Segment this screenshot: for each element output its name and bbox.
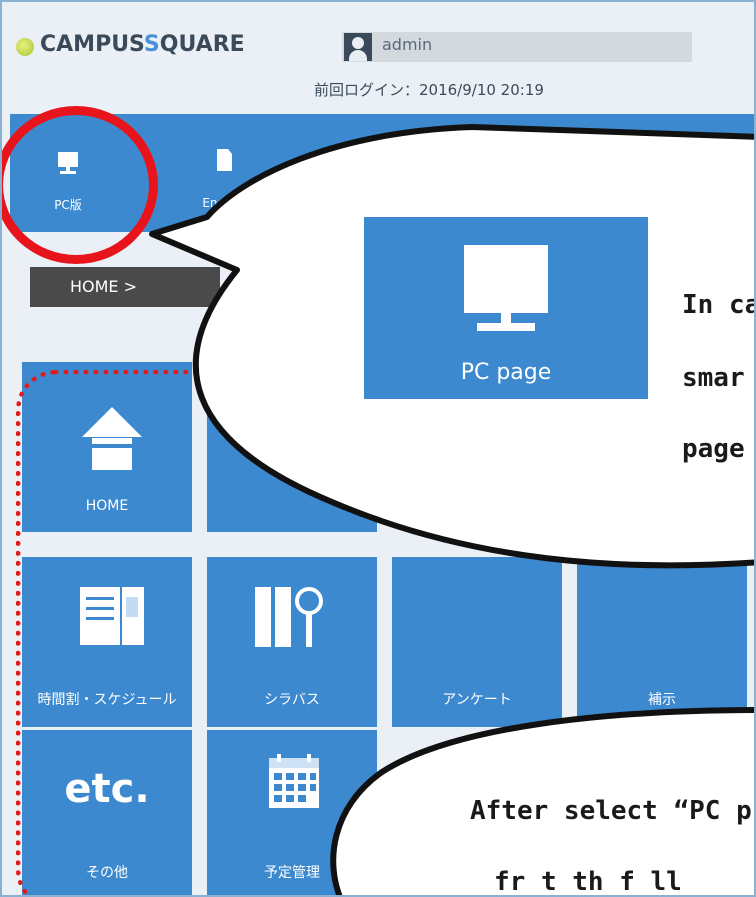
- app-window: CAMPUSSQUARE admin 前回ログイン：2016/9/10 20:1…: [0, 0, 756, 897]
- callout-2-text-line1: After select “PC p: [470, 796, 752, 826]
- callout-2-text-line2: fr t th f ll: [494, 867, 682, 897]
- callout-1-text-line3: page: [682, 434, 745, 464]
- callout-1-text-line2: smar: [682, 363, 745, 393]
- callout-1-text-line1: In ca: [682, 290, 756, 320]
- highlight-circle: [2, 106, 158, 264]
- pc-page-label: PC page: [460, 360, 552, 385]
- pc-page-tile[interactable]: PC page: [364, 217, 648, 399]
- monitor-icon: [464, 245, 548, 331]
